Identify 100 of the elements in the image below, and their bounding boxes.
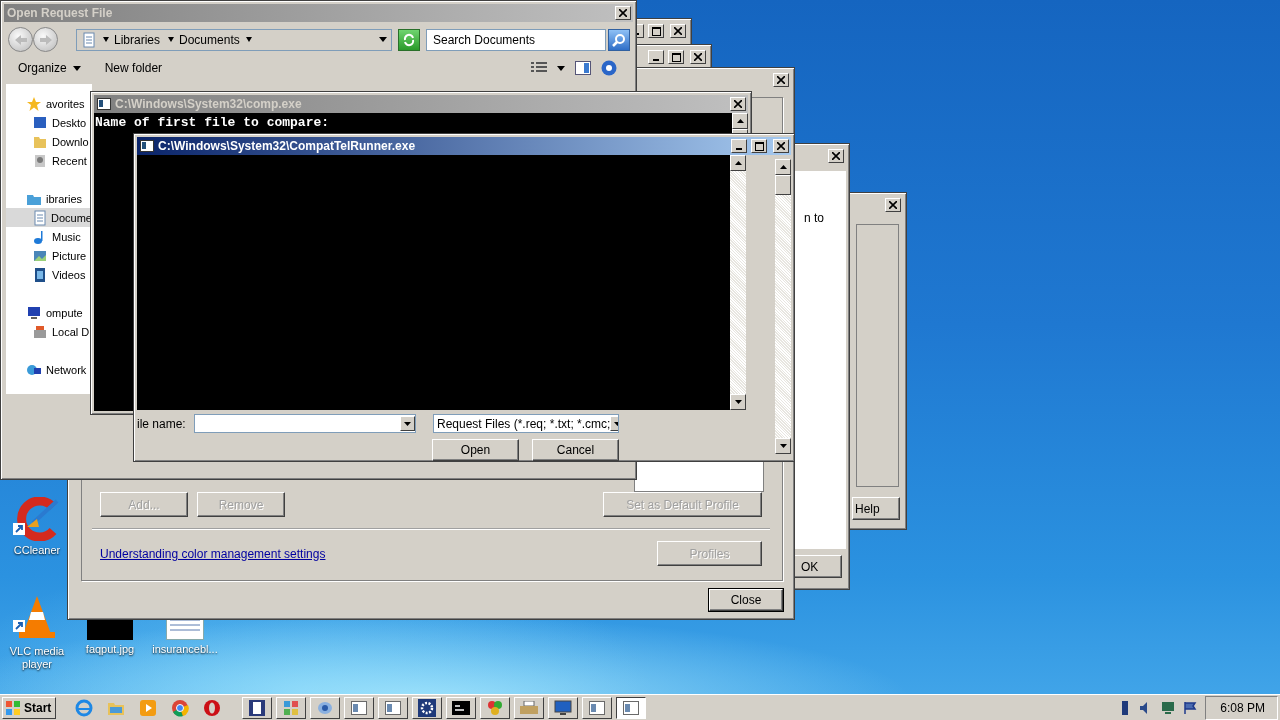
close-button[interactable] bbox=[885, 198, 901, 212]
maximize-button[interactable] bbox=[668, 50, 684, 64]
minimize-icon bbox=[653, 59, 659, 61]
close-button[interactable] bbox=[773, 139, 789, 153]
close-icon bbox=[734, 100, 742, 108]
close-icon bbox=[777, 142, 785, 150]
scroll-up-button[interactable] bbox=[730, 155, 746, 171]
up-arrow-icon bbox=[734, 161, 742, 165]
opera-icon[interactable] bbox=[203, 698, 222, 717]
ok-button[interactable]: OK bbox=[792, 555, 842, 578]
back-button[interactable] bbox=[8, 27, 33, 52]
chrome-icon[interactable] bbox=[171, 698, 190, 717]
printer-icon bbox=[520, 700, 539, 715]
windows-logo-icon bbox=[5, 699, 21, 716]
nav-item[interactable]: avorites bbox=[6, 94, 92, 113]
search-field[interactable]: Search Documents bbox=[426, 28, 606, 51]
close-icon bbox=[619, 9, 627, 17]
close-dialog-button[interactable]: Close bbox=[709, 589, 783, 611]
nav-item[interactable]: Docume bbox=[6, 208, 92, 227]
close-button[interactable] bbox=[690, 50, 706, 64]
close-button[interactable] bbox=[670, 24, 686, 38]
file-type-dropdown[interactable]: Request Files (*.req; *.txt; *.cmc; bbox=[433, 414, 619, 433]
close-icon bbox=[674, 27, 682, 35]
help-button[interactable]: Help bbox=[852, 497, 900, 520]
network-icon[interactable] bbox=[1161, 700, 1176, 715]
caret-icon bbox=[168, 37, 175, 42]
down-arrow-icon bbox=[734, 400, 742, 404]
nav-item[interactable]: Network bbox=[6, 360, 92, 379]
breadcrumb-item[interactable]: Documents bbox=[166, 32, 242, 47]
nav-item[interactable]: Deskto bbox=[6, 113, 92, 132]
minimize-button[interactable] bbox=[648, 50, 664, 64]
console-icon bbox=[452, 700, 471, 715]
settings-link[interactable]: Understanding color management settings bbox=[100, 546, 326, 561]
close-button[interactable] bbox=[615, 6, 631, 20]
nav-item[interactable]: ibraries bbox=[6, 189, 92, 208]
scroll-up-button[interactable] bbox=[732, 113, 748, 129]
nav-item[interactable]: Local D bbox=[6, 322, 92, 341]
scroll-up-button[interactable] bbox=[775, 159, 791, 175]
puzzle-icon bbox=[487, 699, 504, 716]
organize-menu[interactable]: Organize bbox=[16, 61, 83, 75]
gear-icon bbox=[418, 698, 437, 717]
app-icon bbox=[317, 700, 334, 715]
dropdown-value: Request Files (*.req; *.txt; *.cmc; bbox=[437, 416, 611, 431]
view-icon[interactable] bbox=[531, 62, 547, 74]
field-label: ile name: bbox=[137, 416, 187, 431]
up-arrow-icon bbox=[779, 165, 787, 169]
forward-button[interactable] bbox=[33, 27, 58, 52]
scroll-down-button[interactable] bbox=[775, 438, 791, 454]
close-button[interactable] bbox=[730, 97, 746, 111]
down-arrow-icon bbox=[614, 421, 618, 426]
notepad-icon bbox=[249, 699, 266, 716]
console-icon bbox=[140, 140, 154, 152]
search-button[interactable] bbox=[608, 28, 630, 51]
window-title: C:\Windows\System32\comp.exe bbox=[115, 97, 303, 111]
clock: 6:08 PM bbox=[1205, 695, 1278, 720]
maximize-icon bbox=[754, 141, 764, 151]
minimize-button[interactable] bbox=[731, 139, 747, 153]
window-icon bbox=[385, 700, 402, 715]
nav-item[interactable]: ompute bbox=[6, 303, 92, 322]
caret-icon bbox=[379, 37, 387, 42]
caret-icon bbox=[103, 37, 109, 42]
preview-pane-icon[interactable] bbox=[575, 61, 591, 75]
scroll-thumb[interactable] bbox=[775, 175, 791, 195]
close-button[interactable] bbox=[773, 73, 789, 87]
document-icon bbox=[81, 31, 97, 48]
maximize-button[interactable] bbox=[751, 139, 767, 153]
document-icon bbox=[32, 209, 48, 226]
dropdown-button[interactable] bbox=[400, 416, 415, 431]
nav-item[interactable]: Downlo bbox=[6, 132, 92, 151]
refresh-button[interactable] bbox=[398, 28, 420, 51]
down-arrow-icon bbox=[404, 421, 411, 426]
cancel-button[interactable]: Cancel bbox=[532, 439, 619, 461]
flag-icon[interactable] bbox=[1183, 700, 1198, 715]
window-icon bbox=[351, 700, 368, 715]
refresh-icon bbox=[402, 32, 416, 47]
nav-item[interactable]: Picture bbox=[6, 246, 92, 265]
nav-item[interactable]: Videos bbox=[6, 265, 92, 284]
file-name-field[interactable] bbox=[194, 414, 416, 433]
start-button[interactable]: Start bbox=[2, 696, 57, 719]
breadcrumb-item[interactable]: Libraries bbox=[101, 32, 163, 47]
window-title: Open Request File bbox=[7, 6, 114, 20]
desktop-icon bbox=[32, 114, 48, 131]
nav-item[interactable]: Recent bbox=[6, 151, 92, 170]
maximize-button[interactable] bbox=[648, 24, 664, 38]
address-bar[interactable]: Libraries Documents bbox=[76, 28, 392, 51]
nav-item[interactable]: Music bbox=[6, 227, 92, 246]
open-button[interactable]: Open bbox=[432, 439, 519, 461]
ccleaner-icon bbox=[13, 497, 61, 541]
close-icon bbox=[832, 152, 840, 160]
disk-icon bbox=[32, 323, 48, 340]
help-icon[interactable] bbox=[601, 60, 617, 76]
taskbar-button[interactable] bbox=[616, 696, 647, 719]
close-button[interactable] bbox=[828, 149, 844, 163]
scroll-down-button[interactable] bbox=[730, 394, 746, 410]
back-arrow-icon bbox=[14, 34, 27, 45]
forward-arrow-icon bbox=[39, 34, 52, 45]
close-icon bbox=[694, 53, 702, 61]
computer-icon bbox=[26, 304, 42, 321]
maximize-icon bbox=[651, 26, 661, 36]
new-folder-button[interactable]: New folder bbox=[102, 61, 165, 75]
